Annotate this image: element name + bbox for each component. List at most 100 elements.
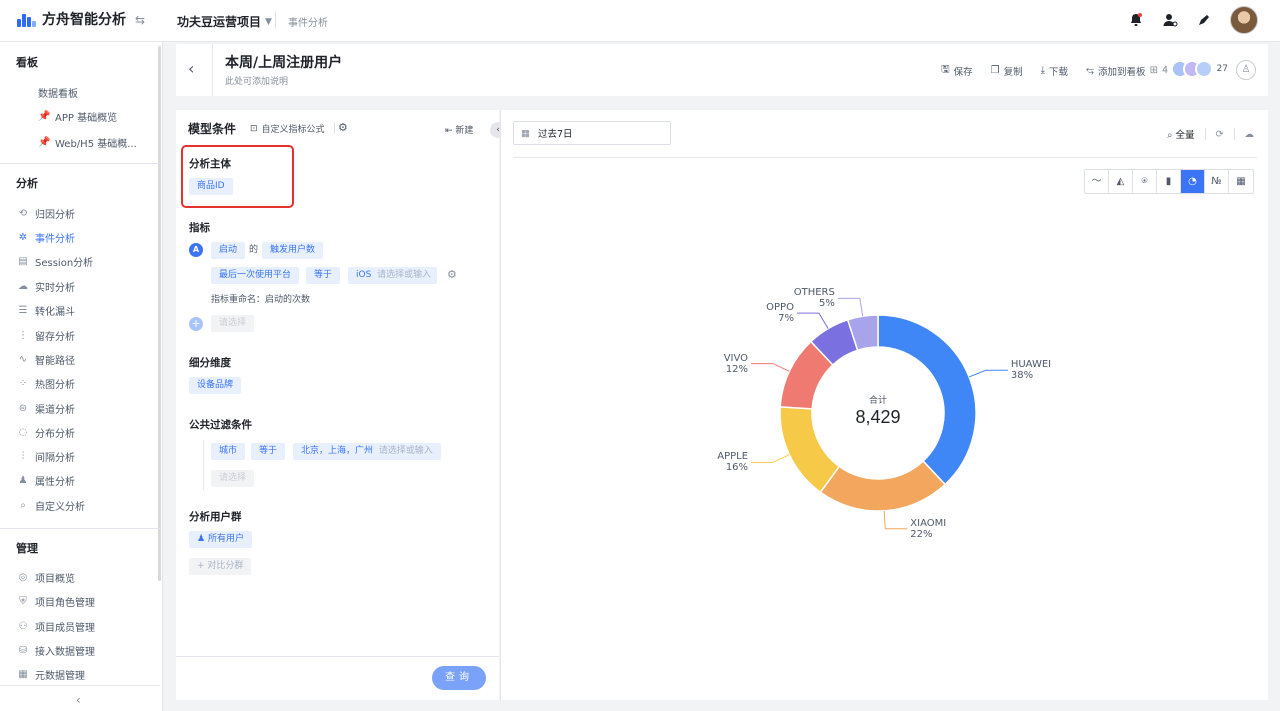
filter-value-input[interactable]: iOS 请选择或输入 bbox=[348, 267, 438, 284]
pen-icon[interactable] bbox=[1196, 12, 1212, 28]
table-icon[interactable]: ▦ bbox=[1229, 170, 1253, 193]
avatar[interactable] bbox=[1230, 6, 1258, 34]
sidebar-item-metadata[interactable]: ▦ 元数据管理 bbox=[18, 667, 85, 682]
collaborator-count: 27 bbox=[1216, 64, 1228, 74]
custom-formula-button[interactable]: ⊡ 自定义指标公式 bbox=[250, 122, 325, 136]
sidebar-item-attribution[interactable]: ⟲ 归因分析 bbox=[18, 206, 75, 221]
pie-chart-icon[interactable]: ◔ bbox=[1181, 170, 1205, 193]
sidebar-item-label: 留存分析 bbox=[35, 332, 75, 343]
sidebar-item-interval[interactable]: ⫶ 间隔分析 bbox=[18, 449, 75, 464]
bar-chart-icon[interactable]: ▮ bbox=[1157, 170, 1181, 193]
sidebar-item-label: 事件分析 bbox=[35, 234, 75, 245]
dimension-tag[interactable]: 设备品牌 bbox=[189, 377, 242, 394]
sidebar-item-label: APP 基础概览 bbox=[55, 113, 118, 124]
gear-icon[interactable]: ⚙ bbox=[338, 121, 348, 134]
slice-category: OTHERS bbox=[793, 287, 835, 299]
copy-button[interactable]: ❐ 复制 bbox=[991, 64, 1023, 78]
metric-rename[interactable]: 指标重命名：启动的次数 bbox=[211, 292, 310, 305]
divider bbox=[1233, 128, 1235, 140]
slice-category: HUAWEI bbox=[1010, 359, 1052, 371]
sidebar-item-data-access[interactable]: ⛁ 接入数据管理 bbox=[18, 643, 95, 658]
sidebar-item-label: 转化漏斗 bbox=[35, 307, 75, 318]
sidebar-item-heatmap[interactable]: ⁘ 热图分析 bbox=[18, 376, 75, 391]
sidebar: 看板 数据看板 📌 APP 基础概览 📌 Web/H5 基础概... 分析 ⟲ 归因分… bbox=[0, 42, 163, 711]
top-bar: 方舟智能分析 ⇆ 功夫豆运营项目 ▼ 事件分析 bbox=[0, 0, 1280, 42]
public-filter-operator[interactable]: 等于 bbox=[251, 443, 286, 460]
settings-icon[interactable]: ⚙ bbox=[447, 268, 457, 281]
refresh-icon[interactable]: ⟳ bbox=[1216, 129, 1224, 140]
add-metric-select[interactable]: 请选择 bbox=[211, 315, 255, 332]
public-filter-value[interactable]: 北京，上海，广州 请选择或输入 bbox=[293, 443, 441, 460]
sidebar-item-roles[interactable]: ⛨ 项目角色管理 bbox=[18, 594, 95, 609]
leader-line bbox=[751, 363, 790, 372]
add-to-board-button[interactable]: ⥃ 添加到看板 ⊞ 4 bbox=[1086, 64, 1168, 78]
chevron-down-icon: ▼ bbox=[265, 16, 272, 27]
sidebar-item-project-overview[interactable]: ◎ 项目概览 bbox=[18, 570, 75, 585]
fullscreen-label: 全量 bbox=[1175, 130, 1195, 141]
sidebar-item-label: 属性分析 bbox=[35, 477, 75, 488]
sidebar-item-attribute[interactable]: ♟ 属性分析 bbox=[18, 473, 75, 488]
project-selector[interactable]: 功夫豆运营项目 ▼ bbox=[177, 13, 272, 30]
sidebar-item-event[interactable]: ✲ 事件分析 bbox=[18, 230, 75, 245]
save-button[interactable]: 🖫 保存 bbox=[941, 62, 973, 79]
chart-type-switcher: 〜 ◭ ⍟ ▮ ◔ № ▦ bbox=[1084, 169, 1254, 194]
sidebar-item-retention[interactable]: ⋮ 留存分析 bbox=[18, 328, 75, 343]
slice-category: OPPO bbox=[766, 302, 794, 314]
collapse-sidebar-icon[interactable]: ‹ bbox=[76, 693, 81, 707]
sidebar-item-funnel[interactable]: ☰ 转化漏斗 bbox=[18, 303, 75, 318]
sidebar-item-label: Session分析 bbox=[35, 258, 94, 269]
cloud-sync-icon[interactable]: ☁ bbox=[1245, 129, 1255, 140]
sidebar-item-session[interactable]: ▤ Session分析 bbox=[18, 254, 93, 269]
public-filter-property[interactable]: 城市 bbox=[211, 443, 246, 460]
funnel-chart-icon[interactable]: ⍟ bbox=[1133, 170, 1157, 193]
fullscreen-button[interactable]: ⌕ 全量 bbox=[1167, 127, 1194, 141]
share-icon[interactable]: ♙ bbox=[1236, 60, 1256, 80]
filter-operator-select[interactable]: 等于 bbox=[306, 267, 341, 284]
leader-line bbox=[837, 297, 864, 317]
sidebar-item-distribution[interactable]: ◌ 分布分析 bbox=[18, 425, 75, 440]
sidebar-item-label: 元数据管理 bbox=[35, 671, 85, 682]
public-filter-label: 公共过滤条件 bbox=[189, 419, 252, 431]
line-chart-icon[interactable]: 〜 bbox=[1085, 170, 1109, 193]
sidebar-item-app-overview[interactable]: 📌 APP 基础概览 bbox=[38, 109, 117, 124]
sidebar-item-label: 接入数据管理 bbox=[35, 647, 95, 658]
new-button[interactable]: ⇤ 新建 bbox=[445, 123, 473, 136]
copy-label: 复制 bbox=[1003, 66, 1023, 78]
collaborators[interactable]: 27 bbox=[1170, 60, 1228, 78]
public-filter-add[interactable]: 请选择 bbox=[211, 470, 255, 487]
area-chart-icon[interactable]: ◭ bbox=[1109, 170, 1133, 193]
date-range-picker[interactable]: ▦ 过去7日 bbox=[513, 121, 671, 145]
switch-app-icon[interactable]: ⇆ bbox=[135, 13, 145, 27]
number-icon[interactable]: № bbox=[1205, 170, 1229, 193]
user-settings-icon[interactable] bbox=[1162, 12, 1178, 28]
pie-slice-apple[interactable] bbox=[779, 406, 841, 494]
bell-icon[interactable] bbox=[1128, 12, 1144, 28]
sidebar-item-custom[interactable]: ⌕ 自定义分析 bbox=[18, 498, 85, 513]
sidebar-item-realtime[interactable]: ☁ 实时分析 bbox=[18, 279, 75, 294]
filter-property-select[interactable]: 最后一次使用平台 bbox=[211, 267, 300, 284]
app-logo[interactable]: 方舟智能分析 bbox=[16, 9, 126, 29]
sidebar-item-path[interactable]: ∿ 智能路径 bbox=[18, 352, 75, 367]
slice-label-xiaomi: XIAOMI 22% bbox=[910, 518, 946, 540]
breadcrumb[interactable]: 事件分析 bbox=[288, 14, 328, 29]
compare-group-button[interactable]: + 对比分群 bbox=[189, 558, 252, 575]
sidebar-item-members[interactable]: ⚇ 项目成员管理 bbox=[18, 619, 95, 634]
pie-slice-huawei[interactable] bbox=[877, 314, 977, 486]
sidebar-item-channel[interactable]: ⊜ 渠道分析 bbox=[18, 401, 75, 416]
measure-select[interactable]: 触发用户数 bbox=[262, 242, 324, 259]
user-group-tag[interactable]: ♟ 所有用户 bbox=[189, 531, 252, 548]
page-title[interactable]: 本周/上周注册用户 bbox=[225, 52, 342, 72]
back-icon[interactable]: ‹ bbox=[188, 59, 194, 78]
download-button[interactable]: ⤓ 下载 bbox=[1041, 64, 1068, 78]
query-button[interactable]: 查询 bbox=[432, 666, 486, 690]
public-filter-placeholder: 请选择或输入 bbox=[378, 446, 433, 456]
add-metric-icon[interactable]: + bbox=[189, 317, 203, 331]
sidebar-scrollbar[interactable] bbox=[158, 46, 161, 581]
sidebar-item-web-overview[interactable]: 📌 Web/H5 基础概... bbox=[38, 135, 137, 150]
pie-slice-xiaomi[interactable] bbox=[819, 460, 947, 512]
leader-line bbox=[796, 312, 829, 329]
public-filter-value-text: 北京，上海，广州 bbox=[301, 446, 374, 456]
page-description[interactable]: 此处可添加说明 bbox=[225, 74, 288, 87]
event-select[interactable]: 启动 bbox=[211, 242, 246, 259]
sidebar-item-dashboard[interactable]: 数据看板 bbox=[38, 85, 78, 100]
